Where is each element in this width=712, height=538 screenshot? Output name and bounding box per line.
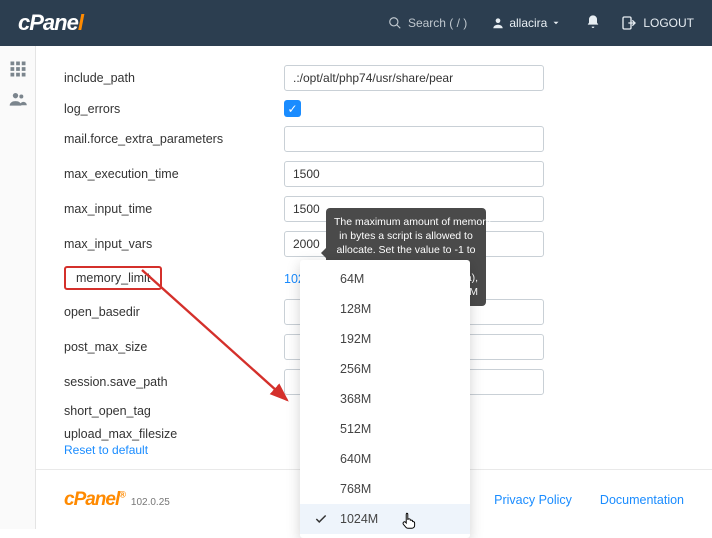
setting-row-include_path: include_path — [64, 65, 684, 91]
footer-link[interactable]: Documentation — [600, 493, 684, 507]
dropdown-option[interactable]: 256M — [300, 354, 470, 384]
memory-limit-label: memory_limit — [64, 266, 162, 290]
dropdown-option[interactable]: 128M — [300, 294, 470, 324]
setting-row-max_execution_time: max_execution_time — [64, 161, 684, 187]
setting-label: max_input_time — [64, 202, 284, 216]
setting-label: open_basedir — [64, 305, 284, 319]
setting-value: ✓ — [284, 100, 684, 117]
setting-label: short_open_tag — [64, 404, 284, 418]
caret-down-icon — [551, 18, 561, 28]
tooltip-line: The maximum amount of memory — [334, 215, 478, 229]
dropdown-option[interactable]: 192M — [300, 324, 470, 354]
setting-label: log_errors — [64, 102, 284, 116]
setting-row-mail.force_extra_parameters: mail.force_extra_parameters — [64, 126, 684, 152]
footer-version: 102.0.25 — [131, 497, 170, 508]
rail-users[interactable] — [5, 86, 31, 112]
checkbox-log_errors[interactable]: ✓ — [284, 100, 301, 117]
search-icon — [388, 16, 402, 30]
footer-logo[interactable]: cPanel® — [64, 489, 125, 511]
memory-limit-dropdown[interactable]: 64M128M192M256M368M512M640M768M1024M — [300, 260, 470, 538]
top-header: cPanel Search ( / ) allacira LOGOUT — [0, 0, 712, 46]
user-menu[interactable]: allacira — [491, 16, 565, 30]
notifications-bell[interactable] — [585, 14, 601, 33]
brand-logo[interactable]: cPanel — [18, 10, 83, 36]
rail-apps[interactable] — [5, 56, 31, 82]
setting-label: session.save_path — [64, 375, 284, 389]
dropdown-option[interactable]: 768M — [300, 474, 470, 504]
dropdown-option[interactable]: 368M — [300, 384, 470, 414]
bell-icon — [585, 14, 601, 30]
footer-link[interactable]: Privacy Policy — [494, 493, 572, 507]
reset-to-default-link[interactable]: Reset to default — [64, 443, 284, 457]
setting-value — [284, 65, 684, 91]
header-search[interactable]: Search ( / ) — [388, 16, 467, 30]
dropdown-option[interactable]: 1024M — [300, 504, 470, 534]
setting-label: memory_limit — [64, 266, 284, 290]
setting-label: post_max_size — [64, 340, 284, 354]
setting-value — [284, 161, 684, 187]
setting-label: max_execution_time — [64, 167, 284, 181]
setting-value — [284, 126, 684, 152]
setting-label: mail.force_extra_parameters — [64, 132, 284, 146]
text-input-include_path[interactable] — [284, 65, 544, 91]
user-name: allacira — [509, 16, 547, 30]
text-input-mail.force_extra_parameters[interactable] — [284, 126, 544, 152]
check-icon — [314, 512, 328, 526]
brand-text-b: l — [78, 10, 83, 35]
logout-label: LOGOUT — [643, 16, 694, 30]
search-placeholder-text: Search ( / ) — [408, 16, 467, 30]
setting-label: upload_max_filesizeReset to default — [64, 427, 284, 457]
setting-row-log_errors: log_errors✓ — [64, 100, 684, 117]
brand-text-a: cPane — [18, 10, 78, 35]
tooltip-line: in bytes a script is allowed to — [334, 229, 478, 243]
logout-button[interactable]: LOGOUT — [621, 15, 694, 31]
dropdown-option[interactable]: 64M — [300, 264, 470, 294]
users-icon — [8, 89, 28, 109]
grid-icon — [9, 60, 27, 78]
left-rail — [0, 46, 36, 529]
logout-icon — [621, 15, 637, 31]
dropdown-option[interactable]: 512M — [300, 414, 470, 444]
setting-label: include_path — [64, 71, 284, 85]
text-input-max_execution_time[interactable] — [284, 161, 544, 187]
user-icon — [491, 16, 505, 30]
setting-label: max_input_vars — [64, 237, 284, 251]
dropdown-option[interactable]: 640M — [300, 444, 470, 474]
tooltip-line: allocate. Set the value to -1 to — [334, 243, 478, 257]
pointer-cursor-icon — [400, 510, 418, 530]
